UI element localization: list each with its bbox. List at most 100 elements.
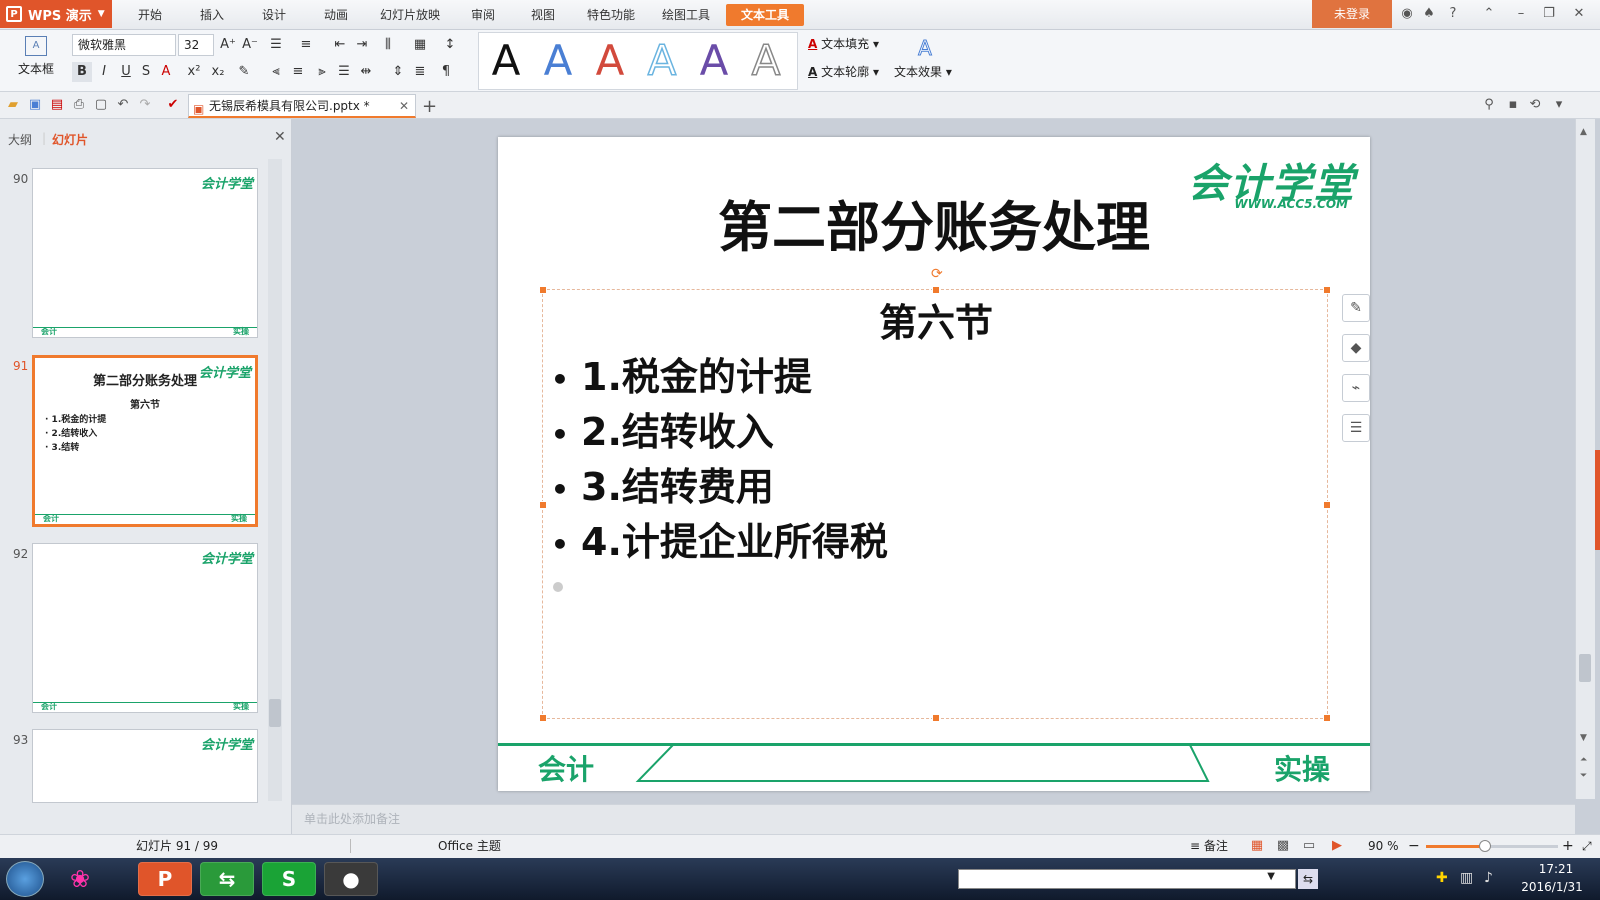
tab-slides[interactable]: 幻灯片 bbox=[52, 131, 88, 148]
bold-icon[interactable]: B bbox=[72, 62, 92, 82]
collapse-ribbon-icon[interactable]: ⌃ bbox=[1480, 5, 1498, 23]
zoom-level[interactable]: 90 % bbox=[1368, 835, 1399, 857]
window-icon[interactable]: ▪ bbox=[1504, 96, 1522, 114]
slide-canvas[interactable]: 会计学堂 WWW.ACC5.COM 第二部分账务处理 ⟳ 第六节 • 1.税金的计… bbox=[498, 137, 1370, 791]
slide-thumbnail-92[interactable]: 会计学堂 会计 实操 bbox=[32, 543, 258, 713]
next-slide-icon[interactable]: ⏷ bbox=[1580, 771, 1587, 781]
settings-icon[interactable]: ▾ bbox=[1550, 96, 1568, 114]
grow-font-icon[interactable]: A⁺ bbox=[218, 35, 238, 55]
menu-home[interactable]: 开始 bbox=[124, 4, 176, 26]
line-spacing-2-icon[interactable]: ≣ bbox=[410, 62, 430, 82]
reading-view-icon[interactable]: ▭ bbox=[1300, 837, 1318, 855]
slide-title[interactable]: 第二部分账务处理 bbox=[498, 183, 1370, 262]
volume-icon[interactable]: ♪ bbox=[1484, 870, 1493, 886]
slide-thumbnail-93[interactable]: 会计学堂 bbox=[32, 729, 258, 803]
clock-time[interactable]: 17:21 bbox=[1520, 862, 1592, 876]
slide-thumbnail-90[interactable]: 会计学堂 会计 实操 bbox=[32, 168, 258, 338]
scroll-up-icon[interactable]: ▲ bbox=[1580, 127, 1587, 137]
prev-slide-icon[interactable]: ⏶ bbox=[1580, 755, 1587, 765]
text-direction-icon[interactable]: ▦ bbox=[410, 35, 430, 55]
scrollbar-thumb[interactable] bbox=[269, 699, 281, 727]
text-style-outline-blue[interactable]: A bbox=[639, 35, 685, 87]
side-panel-toggle[interactable] bbox=[1595, 450, 1600, 550]
notes-area[interactable]: 单击此处添加备注 bbox=[292, 804, 1575, 834]
zoom-out-icon[interactable]: − bbox=[1408, 835, 1420, 857]
thumbnail-scrollbar[interactable] bbox=[268, 159, 282, 801]
menu-review[interactable]: 审阅 bbox=[458, 4, 508, 26]
text-fill-button[interactable]: A 文本填充 ▾ bbox=[808, 34, 879, 54]
text-style-outline-gray[interactable]: A bbox=[743, 35, 789, 87]
scroll-down-icon[interactable]: ▼ bbox=[1580, 733, 1587, 743]
italic-icon[interactable]: I bbox=[94, 62, 114, 82]
menu-text-tools[interactable]: 文本工具 bbox=[726, 4, 804, 26]
start-button-icon[interactable] bbox=[6, 861, 44, 897]
clock-date[interactable]: 2016/1/31 bbox=[1512, 880, 1592, 894]
distribute-icon[interactable]: ⇹ bbox=[356, 62, 376, 82]
undo-icon[interactable]: ↶ bbox=[114, 96, 132, 114]
skin-icon[interactable]: ♠ bbox=[1420, 5, 1438, 23]
close-tab-icon[interactable]: ✕ bbox=[399, 95, 409, 117]
menu-view[interactable]: 视图 bbox=[518, 4, 568, 26]
sorter-view-icon[interactable]: ▩ bbox=[1274, 837, 1292, 855]
print-icon[interactable]: ⎙ bbox=[70, 96, 88, 114]
share-icon[interactable]: ⟲ bbox=[1526, 96, 1544, 114]
recorder-taskbar-icon[interactable]: ● bbox=[324, 862, 378, 896]
superscript-icon[interactable]: x² bbox=[184, 62, 204, 82]
shield-icon[interactable]: ◉ bbox=[1398, 5, 1416, 23]
chevron-down-icon[interactable]: ▼ bbox=[1267, 871, 1275, 882]
open-folder-icon[interactable]: ▰ bbox=[4, 96, 22, 114]
shrink-font-icon[interactable]: A⁻ bbox=[240, 35, 260, 55]
increase-indent-icon[interactable]: ⇥ bbox=[352, 35, 372, 55]
zoom-slider[interactable] bbox=[1426, 840, 1558, 852]
font-color-icon[interactable]: A bbox=[156, 62, 176, 82]
font-size-select[interactable]: 32 bbox=[178, 34, 214, 56]
text-style-black[interactable]: A bbox=[483, 35, 529, 87]
browser-taskbar-icon[interactable]: ⇆ bbox=[200, 862, 254, 896]
redo-icon[interactable]: ↷ bbox=[136, 96, 154, 114]
align-center-icon[interactable]: ≡ bbox=[288, 62, 308, 82]
normal-view-icon[interactable]: ▦ bbox=[1248, 837, 1266, 855]
minimize-icon[interactable]: – bbox=[1512, 5, 1530, 23]
fit-window-icon[interactable]: ⤢ bbox=[1582, 835, 1592, 857]
text-style-blue[interactable]: A bbox=[535, 35, 581, 87]
resize-handle[interactable] bbox=[539, 501, 547, 509]
notes-toggle[interactable]: ≡ 备注 bbox=[1190, 835, 1228, 857]
export-pdf-icon[interactable]: ▤ bbox=[48, 96, 66, 114]
go-icon[interactable]: ⇆ bbox=[1298, 869, 1318, 889]
text-outline-button[interactable]: A 文本轮廓 ▾ bbox=[808, 62, 879, 82]
fill-bucket-icon[interactable]: ◆ bbox=[1342, 334, 1370, 362]
menu-animation[interactable]: 动画 bbox=[310, 4, 362, 26]
outline-pen-icon[interactable]: ⌁ bbox=[1342, 374, 1370, 402]
line-spacing-icon[interactable]: ↕ bbox=[440, 35, 460, 55]
slide-scrollbar[interactable]: ▲ ▼ ⏶ ⏷ bbox=[1575, 119, 1595, 799]
tab-outline[interactable]: 大纲 bbox=[8, 131, 32, 148]
paragraph-settings-icon[interactable]: ¶ bbox=[436, 62, 456, 82]
print-preview-icon[interactable]: ▢ bbox=[92, 96, 110, 114]
strikethrough-icon[interactable]: S bbox=[136, 62, 156, 82]
subscript-icon[interactable]: x₂ bbox=[208, 62, 228, 82]
resize-handle[interactable] bbox=[539, 714, 547, 722]
pin-icon[interactable]: ⚲ bbox=[1480, 96, 1498, 114]
menu-design[interactable]: 设计 bbox=[248, 4, 300, 26]
text-effect-button[interactable]: 文本效果 ▾ bbox=[894, 62, 952, 82]
decrease-indent-icon[interactable]: ⇤ bbox=[330, 35, 350, 55]
wps-spreadsheet-taskbar-icon[interactable]: S bbox=[262, 862, 316, 896]
resize-handle[interactable] bbox=[1323, 714, 1331, 722]
help-icon[interactable]: ? bbox=[1444, 5, 1462, 23]
text-effect-icon[interactable]: A bbox=[912, 36, 938, 61]
save-icon[interactable]: ▣ bbox=[26, 96, 44, 114]
edit-shape-icon[interactable]: ✎ bbox=[1342, 294, 1370, 322]
resize-handle[interactable] bbox=[932, 714, 940, 722]
login-button[interactable]: 未登录 bbox=[1312, 0, 1392, 28]
justify-icon[interactable]: ☰ bbox=[334, 62, 354, 82]
slideshow-view-icon[interactable]: ▶ bbox=[1328, 837, 1346, 855]
format-painter-icon[interactable]: ✔ bbox=[164, 96, 182, 114]
underline-icon[interactable]: U bbox=[116, 62, 136, 82]
numbered-list-icon[interactable]: ≡ bbox=[296, 35, 316, 55]
resize-handle[interactable] bbox=[1323, 501, 1331, 509]
wps-app-menu-button[interactable]: P WPS 演示 ▼ bbox=[0, 0, 112, 28]
zoom-slider-knob[interactable] bbox=[1479, 840, 1492, 852]
align-right-icon[interactable]: ⫸ bbox=[312, 62, 332, 82]
columns-icon[interactable]: ⫼ bbox=[378, 35, 398, 55]
close-panel-icon[interactable]: ✕ bbox=[274, 129, 286, 145]
